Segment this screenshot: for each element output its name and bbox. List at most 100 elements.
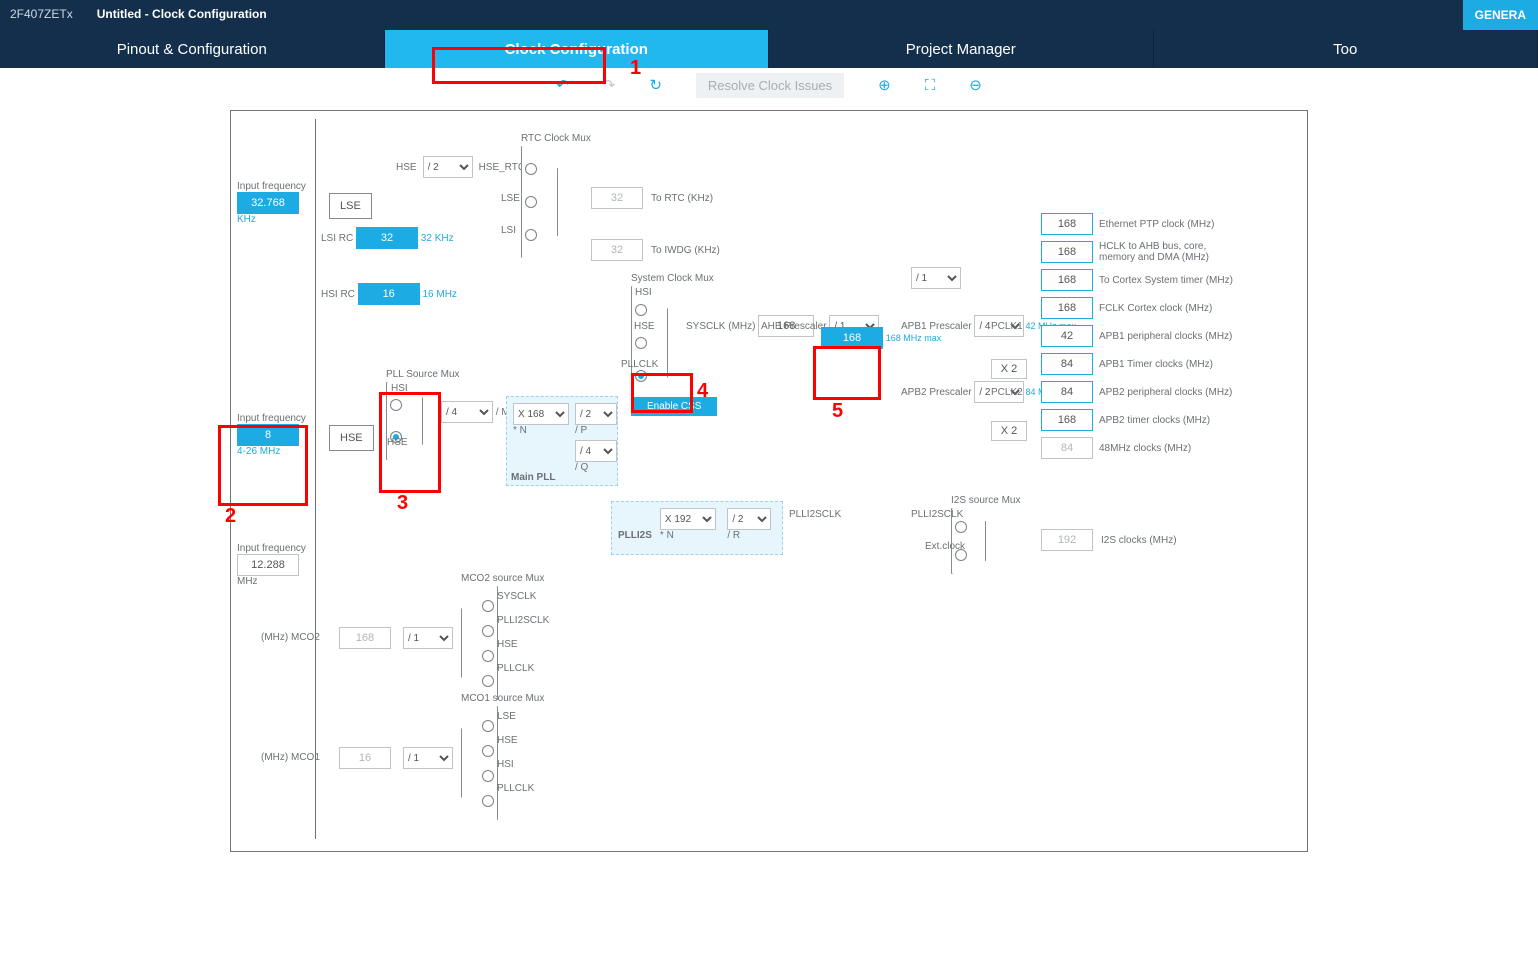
tab-project[interactable]: Project Manager bbox=[769, 30, 1154, 68]
mco1-hsi[interactable] bbox=[482, 770, 494, 782]
sys-mux-pll[interactable] bbox=[635, 370, 647, 382]
clock-toolbar: ↶ ↷ ↻ Resolve Clock Issues ⊕ ⛶ ⊖ bbox=[0, 68, 1538, 102]
hse-freq-input[interactable]: 8 bbox=[237, 424, 299, 446]
mco2-val: 168 bbox=[339, 627, 391, 649]
mco2-pll[interactable] bbox=[482, 675, 494, 687]
marker-2: 2 bbox=[225, 505, 236, 528]
osc-hse: HSE bbox=[329, 425, 374, 451]
pllp-select[interactable]: / 2 bbox=[575, 403, 617, 425]
rtc-mux-lsi-label: LSI bbox=[501, 225, 516, 236]
plli2s-r-sub: / R bbox=[727, 530, 740, 541]
out-hclk-val: 168 bbox=[1041, 241, 1093, 263]
mco2-plli2s[interactable] bbox=[482, 625, 494, 637]
zoom-in-icon[interactable]: ⊕ bbox=[878, 76, 891, 94]
apb1-x2: X 2 bbox=[991, 359, 1027, 379]
refresh-icon[interactable]: ↻ bbox=[649, 76, 662, 94]
out-fclk-lbl: FCLK Cortex clock (MHz) bbox=[1099, 303, 1212, 314]
out-usb48-lbl: 48MHz clocks (MHz) bbox=[1099, 443, 1191, 454]
lsi-rc-label: LSI RC bbox=[321, 233, 353, 244]
tab-pinout[interactable]: Pinout & Configuration bbox=[0, 30, 385, 68]
out-eth-lbl: Ethernet PTP clock (MHz) bbox=[1099, 219, 1214, 230]
i2s-out-val: 192 bbox=[1041, 529, 1093, 551]
hse-rtc-div[interactable]: / 2 bbox=[423, 156, 473, 178]
plli2sclk-label: PLLI2SCLK bbox=[789, 509, 841, 520]
clock-diagram: Input frequency 32.768 KHz LSE LSI RC 32… bbox=[230, 110, 1308, 852]
lsi-rc-value: 32 bbox=[356, 227, 418, 249]
rtc-mux-lsi[interactable] bbox=[525, 229, 537, 241]
crumb-file[interactable]: Untitled - Clock Configuration bbox=[87, 0, 283, 30]
zoom-fit-icon[interactable]: ⛶ bbox=[925, 77, 936, 94]
sys-mux-hse[interactable] bbox=[635, 337, 647, 349]
mco2-hse[interactable] bbox=[482, 650, 494, 662]
mco2-div[interactable]: / 1 bbox=[403, 627, 453, 649]
main-pll-title: Main PLL bbox=[511, 472, 555, 483]
rtc-mux-hse[interactable] bbox=[525, 163, 537, 175]
i2s-out-lbl: I2S clocks (MHz) bbox=[1101, 535, 1177, 546]
crumb-chip[interactable]: 2F407ZETx bbox=[0, 0, 89, 30]
pclk1-label: PCLK1 bbox=[991, 321, 1023, 332]
mco2-label: (MHz) MCO2 bbox=[261, 632, 320, 643]
plli2s-r-select[interactable]: / 2 bbox=[727, 508, 771, 530]
mco1-hse[interactable] bbox=[482, 745, 494, 757]
mco1-div[interactable]: / 1 bbox=[403, 747, 453, 769]
mco1-val: 16 bbox=[339, 747, 391, 769]
tab-clock[interactable]: Clock Configuration bbox=[385, 30, 770, 68]
mco1-mux bbox=[461, 706, 498, 820]
sys-mux-pll-label: PLLCLK bbox=[621, 359, 658, 370]
plli2s: PLLI2S X 192 * N / 2 / R bbox=[611, 501, 783, 555]
mco1-lse[interactable] bbox=[482, 720, 494, 732]
tab-tools[interactable]: Too bbox=[1154, 30, 1538, 68]
plli2s-n-select[interactable]: X 192 bbox=[660, 508, 716, 530]
pllq-select[interactable]: / 4 bbox=[575, 440, 617, 462]
marker-4: 4 bbox=[697, 380, 708, 403]
plli2s-title: PLLI2S bbox=[618, 530, 652, 541]
hsi-rc-value: 16 bbox=[358, 283, 420, 305]
mco2-title: MCO2 source Mux bbox=[461, 573, 544, 584]
out-apb1t-val: 84 bbox=[1041, 353, 1093, 375]
sysclk-label: SYSCLK (MHz) bbox=[686, 321, 755, 332]
mco1-pll[interactable] bbox=[482, 795, 494, 807]
out-apb2p-lbl: APB2 peripheral clocks (MHz) bbox=[1099, 387, 1232, 398]
lse-freq-input[interactable]: 32.768 bbox=[237, 192, 299, 214]
out-hclk-lbl: HCLK to AHB bus, core, memory and DMA (M… bbox=[1099, 241, 1239, 263]
resolve-button[interactable]: Resolve Clock Issues bbox=[696, 73, 844, 98]
apb2-x2: X 2 bbox=[991, 421, 1027, 441]
ahb-label: AHB Prescaler bbox=[761, 321, 827, 332]
sys-mux bbox=[631, 286, 668, 400]
hse-freq-label: Input frequency bbox=[237, 413, 306, 424]
pclk2-label: PCLK2 bbox=[991, 387, 1023, 398]
i2s-freq-unit: MHz bbox=[237, 576, 258, 587]
mco1-hse-label: HSE bbox=[497, 735, 518, 746]
mco2-pll-label: PLLCLK bbox=[497, 663, 534, 674]
marker-5: 5 bbox=[832, 400, 843, 423]
mco1-label: (MHz) MCO1 bbox=[261, 752, 320, 763]
out-usb48-val: 84 bbox=[1041, 437, 1093, 459]
rtc-mux bbox=[521, 146, 558, 258]
sys-mux-hsi[interactable] bbox=[635, 304, 647, 316]
out-systmr-val: 168 bbox=[1041, 269, 1093, 291]
pll-src-hsi[interactable] bbox=[390, 399, 402, 411]
main-tabs: Pinout & Configuration Clock Configurati… bbox=[0, 30, 1538, 68]
hse-rtc-out: HSE_RTC bbox=[479, 162, 526, 173]
out-apb2p-val: 84 bbox=[1041, 381, 1093, 403]
i2s-mux-title: I2S source Mux bbox=[951, 495, 1020, 506]
lse-freq-label: Input frequency bbox=[237, 181, 306, 192]
plln-select[interactable]: X 168 bbox=[513, 403, 569, 425]
zoom-out-icon[interactable]: ⊖ bbox=[969, 76, 982, 94]
mco2-sysclk[interactable] bbox=[482, 600, 494, 612]
generate-button[interactable]: GENERA bbox=[1463, 0, 1538, 30]
undo-icon[interactable]: ↶ bbox=[556, 76, 569, 94]
rtc-out-val: 32 bbox=[591, 187, 643, 209]
ahb-value[interactable]: 168 bbox=[821, 327, 883, 349]
lse-freq-unit: KHz bbox=[237, 214, 256, 225]
rtc-mux-lse[interactable] bbox=[525, 196, 537, 208]
cortex-div-select[interactable]: / 1 bbox=[911, 267, 961, 289]
apb1-label: APB1 Prescaler bbox=[901, 321, 972, 332]
redo-icon[interactable]: ↷ bbox=[603, 76, 616, 94]
sys-mux-hse-label: HSE bbox=[634, 321, 655, 332]
marker-3: 3 bbox=[397, 492, 408, 515]
i2s-freq-input[interactable]: 12.288 bbox=[237, 554, 299, 576]
pllm-select[interactable]: / 4 bbox=[441, 401, 493, 423]
i2s-mux-pll[interactable] bbox=[955, 521, 967, 533]
i2s-mux-ext-label: Ext.clock bbox=[925, 541, 965, 552]
